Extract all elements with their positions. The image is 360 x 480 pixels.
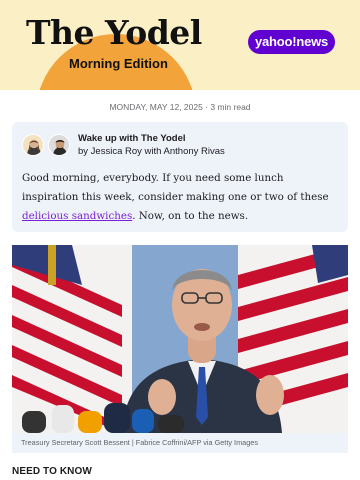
intro-card: Wake up with The Yodel by Jessica Roy wi… — [12, 122, 348, 232]
intro-title: Wake up with The Yodel — [78, 133, 186, 144]
newsletter-title: The Yodel — [26, 13, 202, 52]
photo-caption: Treasury Secretary Scott Bessent | Fabri… — [12, 433, 348, 453]
yahoo-news-logo[interactable]: yahoo!news — [248, 30, 335, 54]
intro-text-end: . Now, on to the news. — [132, 210, 249, 222]
intro-paragraph: Good morning, everybody. If you need som… — [22, 169, 340, 226]
news-photo[interactable] — [12, 245, 348, 433]
edition-label: Morning Edition — [69, 56, 168, 71]
dateline: MONDAY, MAY 12, 2025 · 3 min read — [109, 102, 251, 112]
sandwiches-link[interactable]: delicious sandwiches — [22, 210, 132, 222]
intro-text-start: Good morning, everybody. If you need som… — [22, 172, 329, 203]
intro-authors: by Jessica Roy with Anthony Rivas — [78, 146, 225, 157]
author-avatar-jessica — [22, 134, 44, 156]
section-heading-need-to-know: NEED TO KNOW — [12, 466, 92, 477]
author-avatar-anthony — [48, 134, 70, 156]
masthead: The Yodel Morning Edition yahoo!news — [0, 0, 360, 90]
